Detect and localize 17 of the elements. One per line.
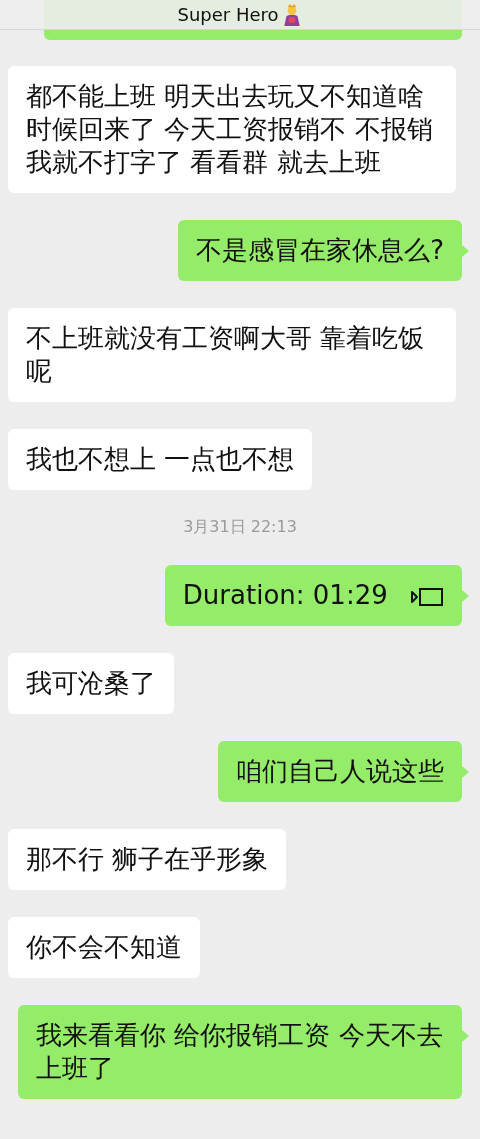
message-bubble: 我来看看你 给你报销工资 今天不去上班了	[18, 1005, 462, 1099]
bubble-tail	[462, 245, 469, 257]
message-bubble: 那不行 狮子在乎形象	[8, 829, 287, 890]
message-bubble: 不上班就没有工资啊大哥 靠着吃饭呢	[8, 308, 456, 402]
call-bubble[interactable]: Duration: 01:29	[164, 565, 462, 626]
message-bubble: 咱们自己人说这些	[218, 741, 462, 802]
chat-title: Super Hero	[177, 4, 279, 25]
message-bubble: 你不会不知道	[8, 917, 200, 978]
video-camera-icon	[410, 586, 444, 607]
message-bubble: 都不能上班 明天出去玩又不知道啥时候回来了 今天工资报销不 不报销我就不打字了 看看群 就去上班	[8, 66, 456, 193]
timestamp: 3月31日 22:13	[183, 517, 297, 538]
message-bubble: 我也不想上 一点也不想	[8, 429, 313, 490]
message-bubble: 不是感冒在家休息么?	[178, 220, 462, 281]
bubble-tail	[462, 766, 469, 778]
message-bubble: 我可沧桑了	[8, 653, 174, 714]
bubble-tail	[462, 590, 469, 602]
bubble-tail	[462, 1030, 469, 1042]
